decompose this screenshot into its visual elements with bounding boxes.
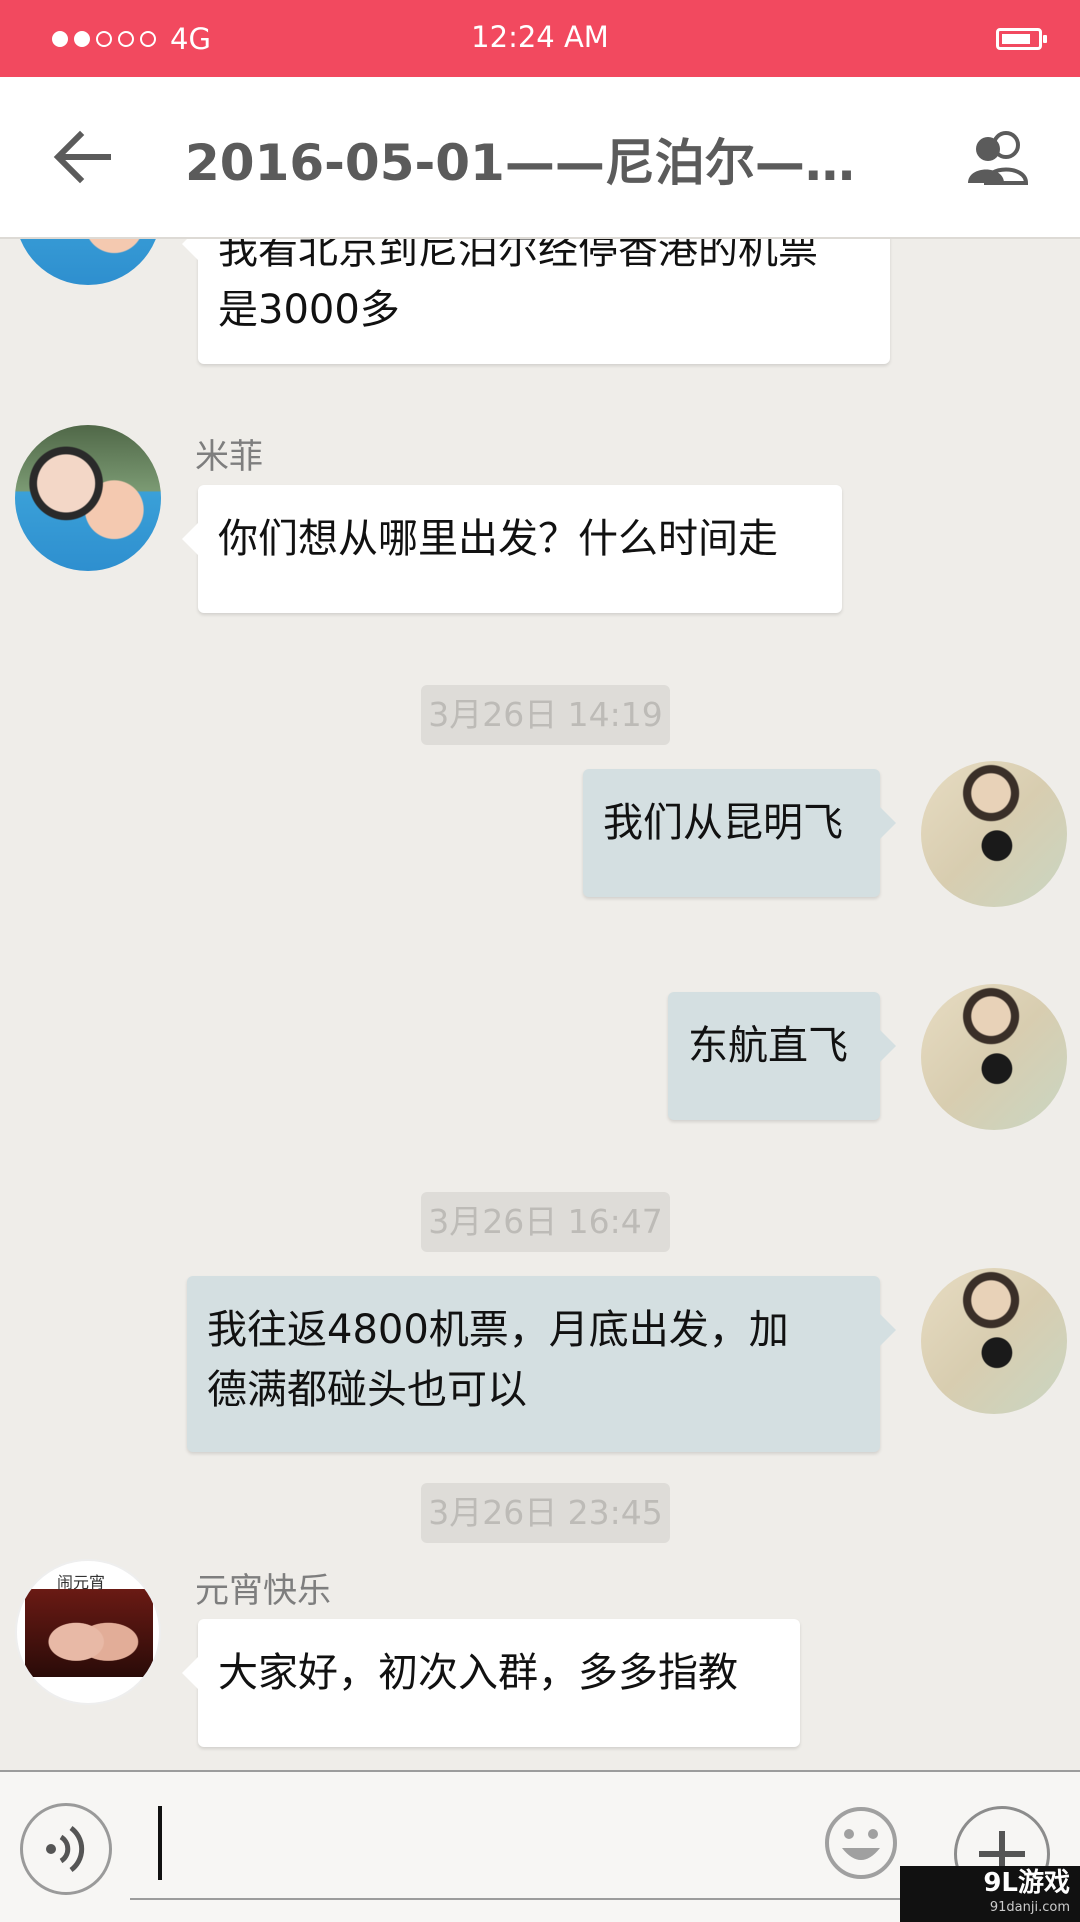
message-bubble-outgoing[interactable]: 东航直飞 (668, 992, 896, 1120)
message-bubble-incoming[interactable]: 你们想从哪里出发？什么时间走 (182, 485, 842, 613)
group-members-button[interactable] (968, 129, 1029, 185)
voice-icon (46, 1825, 85, 1873)
arrow-left-icon (53, 130, 111, 184)
timestamp: 3月26日 16:47 (421, 1192, 670, 1252)
message-text: 大家好，初次入群，多多指教 (218, 1650, 738, 1696)
message-bubble-outgoing[interactable]: 我们从昆明飞 (583, 769, 896, 897)
watermark-logo: 9L游戏 (983, 1868, 1070, 1898)
battery-icon (996, 28, 1047, 50)
avatar[interactable] (15, 425, 161, 571)
chat-header: 2016-05-01——尼泊尔—安娜... (0, 77, 1080, 239)
watermark-url: 91danji.com (989, 1900, 1070, 1915)
input-bar: 9L游戏 91danji.com (0, 1770, 1080, 1922)
message-list[interactable]: 我看北京到尼泊尔经停香港的机票 是3000多 米菲 你们想从哪里出发？什么时间走… (0, 239, 1080, 1770)
avatar[interactable]: 闹元宵 (15, 1559, 161, 1705)
message-text-line: 我看北京到尼泊尔经停香港的机票 (218, 239, 818, 273)
message-text: 东航直飞 (688, 1023, 848, 1069)
message-text-line: 我往返4800机票，月底出发，加 (207, 1307, 789, 1353)
avatar[interactable] (921, 984, 1067, 1130)
status-time: 12:24 AM (471, 20, 609, 54)
avatar[interactable] (921, 1268, 1067, 1414)
message-bubble-outgoing[interactable]: 我往返4800机票，月底出发，加 德满都碰头也可以 (187, 1276, 896, 1452)
avatar-image (25, 1589, 153, 1677)
message-text-line: 是3000多 (218, 287, 400, 333)
sender-name: 元宵快乐 (195, 1571, 331, 1611)
message-text-line: 德满都碰头也可以 (207, 1367, 527, 1413)
message-bubble-incoming[interactable]: 大家好，初次入群，多多指教 (182, 1619, 800, 1747)
avatar[interactable] (15, 239, 161, 285)
emoji-button[interactable] (824, 1806, 898, 1880)
message-bubble-incoming[interactable]: 我看北京到尼泊尔经停香港的机票 是3000多 (182, 239, 890, 364)
emoji-icon (825, 1807, 897, 1879)
watermark: 9L游戏 91danji.com (900, 1866, 1080, 1922)
message-text: 我们从昆明飞 (603, 800, 843, 846)
sender-name: 米菲 (195, 437, 263, 477)
voice-button[interactable] (20, 1803, 112, 1895)
group-icon (968, 131, 1029, 185)
avatar[interactable] (921, 761, 1067, 907)
status-bar: 4G 12:24 AM (0, 0, 1080, 77)
text-cursor (158, 1806, 162, 1880)
page-title: 2016-05-01——尼泊尔—安娜... (185, 134, 895, 189)
avatar-caption: 闹元宵 (57, 1573, 106, 1592)
timestamp: 3月26日 23:45 (421, 1483, 670, 1543)
timestamp: 3月26日 14:19 (421, 685, 670, 745)
back-button[interactable] (52, 129, 112, 185)
message-input[interactable] (130, 1898, 940, 1900)
message-text: 你们想从哪里出发？什么时间走 (218, 516, 778, 562)
